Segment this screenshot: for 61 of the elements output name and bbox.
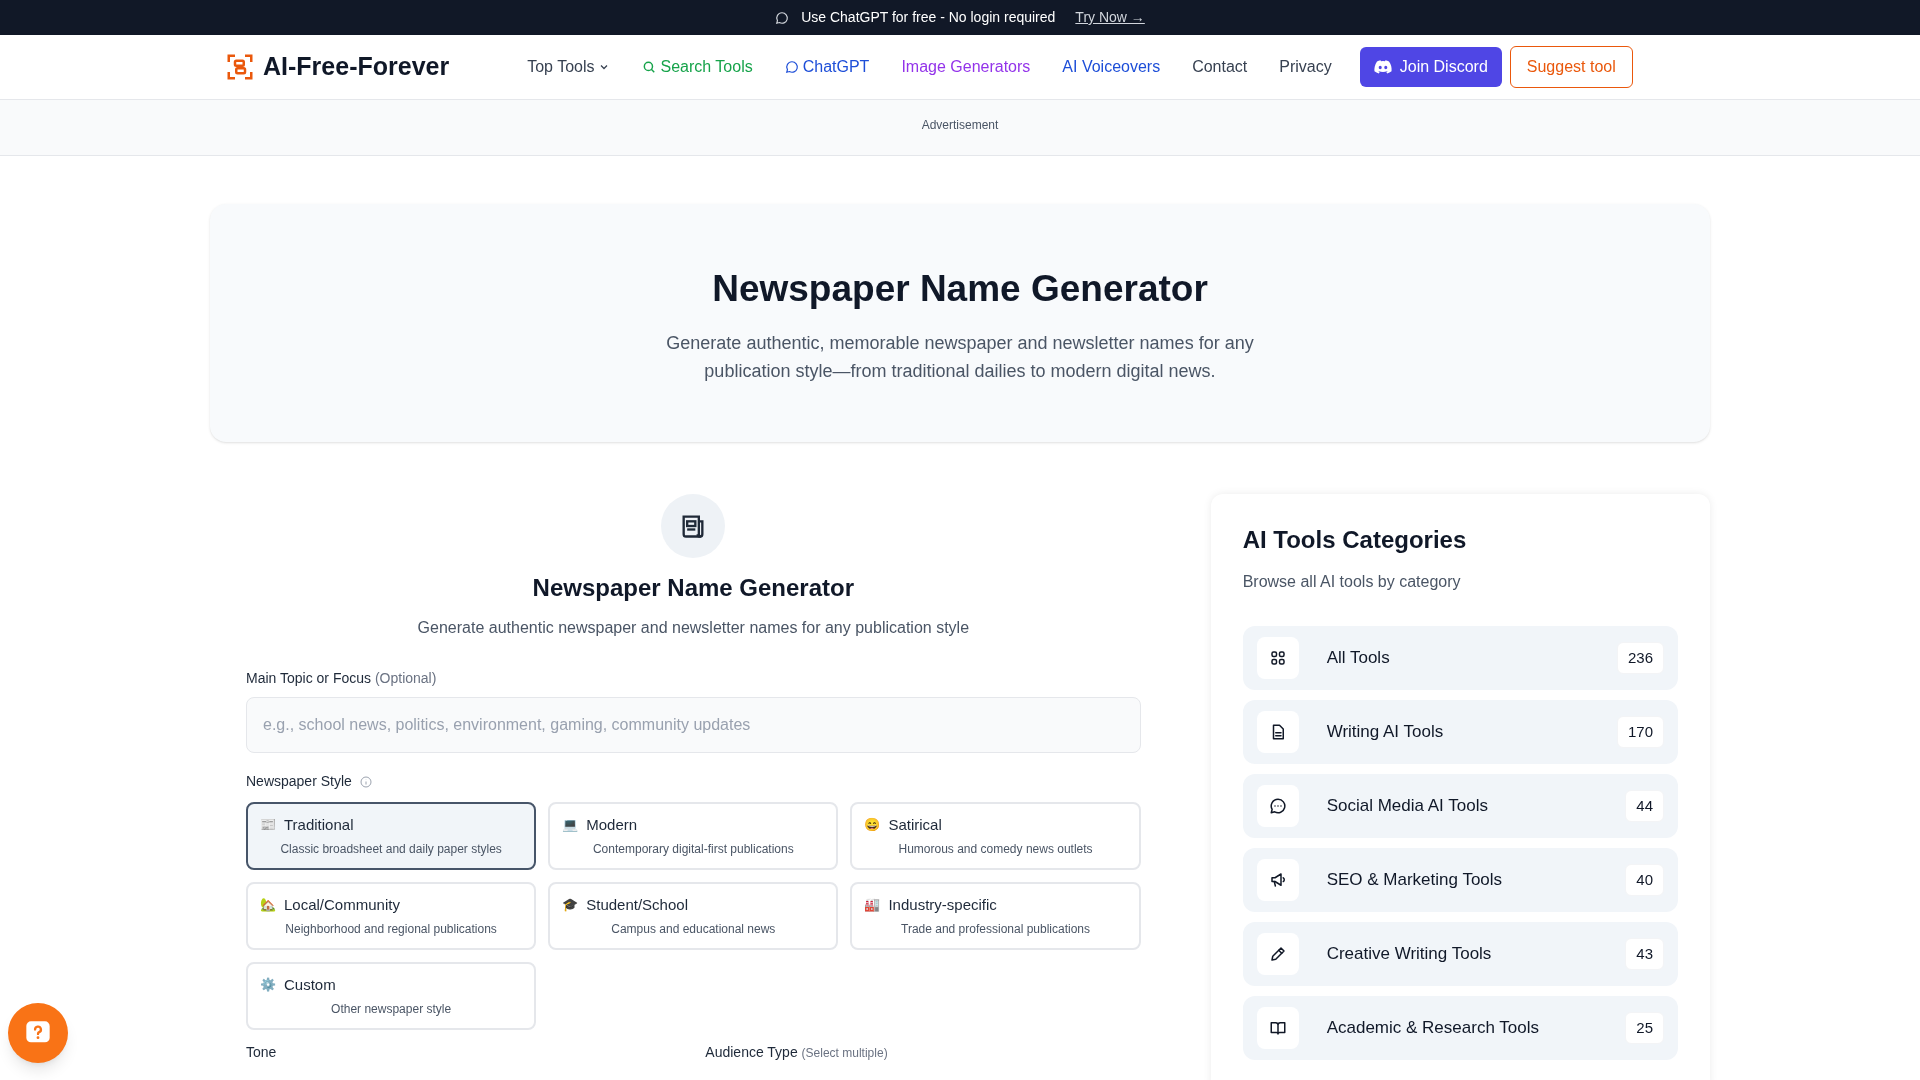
style-option[interactable]: 📰 Traditional Classic broadsheet and daily paper styles: [246, 802, 537, 870]
count-badge: 25: [1625, 1011, 1664, 1045]
discord-icon: [1373, 60, 1392, 74]
nav-link[interactable]: AI Voiceovers: [1062, 55, 1161, 79]
nav-link[interactable]: Image Generators: [901, 55, 1031, 79]
style-emoji-icon: 📰: [260, 815, 276, 835]
category-item[interactable]: All Tools 236: [1242, 626, 1678, 690]
category-item[interactable]: Writing AI Tools 170: [1242, 700, 1678, 764]
page-title: Newspaper Name Generator: [712, 267, 1208, 312]
style-emoji-icon: 🏡: [260, 895, 276, 915]
category-item[interactable]: Academic & Research Tools 25: [1242, 996, 1678, 1060]
advertisement-label: Advertisement: [921, 117, 999, 134]
style-emoji-icon: ⚙: [260, 975, 276, 995]
categories-subtitle: Browse all AI tools by category: [1242, 572, 1462, 592]
style-option[interactable]: 🏭 Industry-specific Trade and professional publications: [850, 882, 1141, 950]
style-emoji-icon: 😄: [864, 815, 881, 835]
style-option[interactable]: 🎓 Student/School Campus and educational news: [548, 882, 839, 950]
count-badge: 44: [1625, 789, 1664, 823]
pencil-icon: [1268, 945, 1287, 963]
book-icon: [1268, 1019, 1287, 1037]
nav-link[interactable]: ChatGPT: [784, 55, 870, 79]
join-discord-button[interactable]: Join Discord: [1359, 47, 1502, 87]
count-badge: 236: [1616, 641, 1664, 675]
page-subtitle: Generate authentic, memorable newspaper and newsletter names for any publication style—from traditional dailies to modern digital news.: [665, 331, 1255, 383]
style-option[interactable]: 😄 Satirical Humorous and comedy news outlets: [850, 802, 1141, 870]
field-label: Main Topic or Focus (Optional): [246, 669, 438, 688]
category-item[interactable]: Creative Writing Tools 43: [1242, 922, 1678, 986]
style-option[interactable]: 🏡 Local/Community Neighborhood and regional publications: [246, 882, 537, 950]
help-button[interactable]: [8, 1003, 68, 1063]
count-badge: 40: [1625, 863, 1664, 897]
try-now-link[interactable]: Try Now →: [1075, 7, 1145, 28]
site-logo[interactable]: AI-Free-Forever: [263, 48, 450, 86]
field-label: Newspaper Style: [246, 772, 352, 791]
style-emoji-icon: 💻: [562, 815, 579, 835]
count-badge: 43: [1625, 937, 1664, 971]
announcement-text: Use ChatGPT for free - No login required: [801, 8, 1056, 27]
nav-link[interactable]: Top Tools: [527, 55, 611, 79]
tool-subtitle: Generate authentic newspaper and newsletter names for any publication style: [417, 618, 970, 638]
logo-icon: [225, 52, 255, 82]
style-emoji-icon: 🎓: [562, 895, 579, 915]
chat-bubble-icon: [775, 10, 790, 25]
nav-link[interactable]: Privacy: [1279, 55, 1332, 79]
search-icon: [642, 60, 657, 74]
style-emoji-icon: 🏭: [864, 895, 881, 915]
nav-link[interactable]: Contact: [1192, 55, 1248, 79]
category-item[interactable]: SEO & Marketing Tools 40: [1242, 848, 1678, 912]
megaphone-icon: [1268, 871, 1287, 889]
field-label: Tone: [246, 1043, 278, 1062]
chat-bubble-icon: [1268, 797, 1287, 815]
categories-title: AI Tools Categories: [1242, 525, 1468, 555]
chat-bubble-icon: [784, 60, 799, 74]
field-label: Audience Type (Select multiple): [705, 1043, 889, 1062]
grid-icon: [1268, 649, 1287, 667]
suggest-tool-button[interactable]: Suggest tool: [1509, 46, 1633, 88]
info-icon: [359, 775, 372, 788]
count-badge: 170: [1616, 715, 1664, 749]
style-option[interactable]: 💻 Modern Contemporary digital-first publications: [548, 802, 839, 870]
topic-input-field[interactable]: e.g., school news, politics, environment, gaming, community updates: [246, 697, 1141, 753]
style-option[interactable]: ⚙ Custom Other newspaper style: [246, 962, 537, 1030]
category-item[interactable]: Social Media AI Tools 44: [1242, 774, 1678, 838]
tool-title: Newspaper Name Generator: [532, 573, 855, 603]
